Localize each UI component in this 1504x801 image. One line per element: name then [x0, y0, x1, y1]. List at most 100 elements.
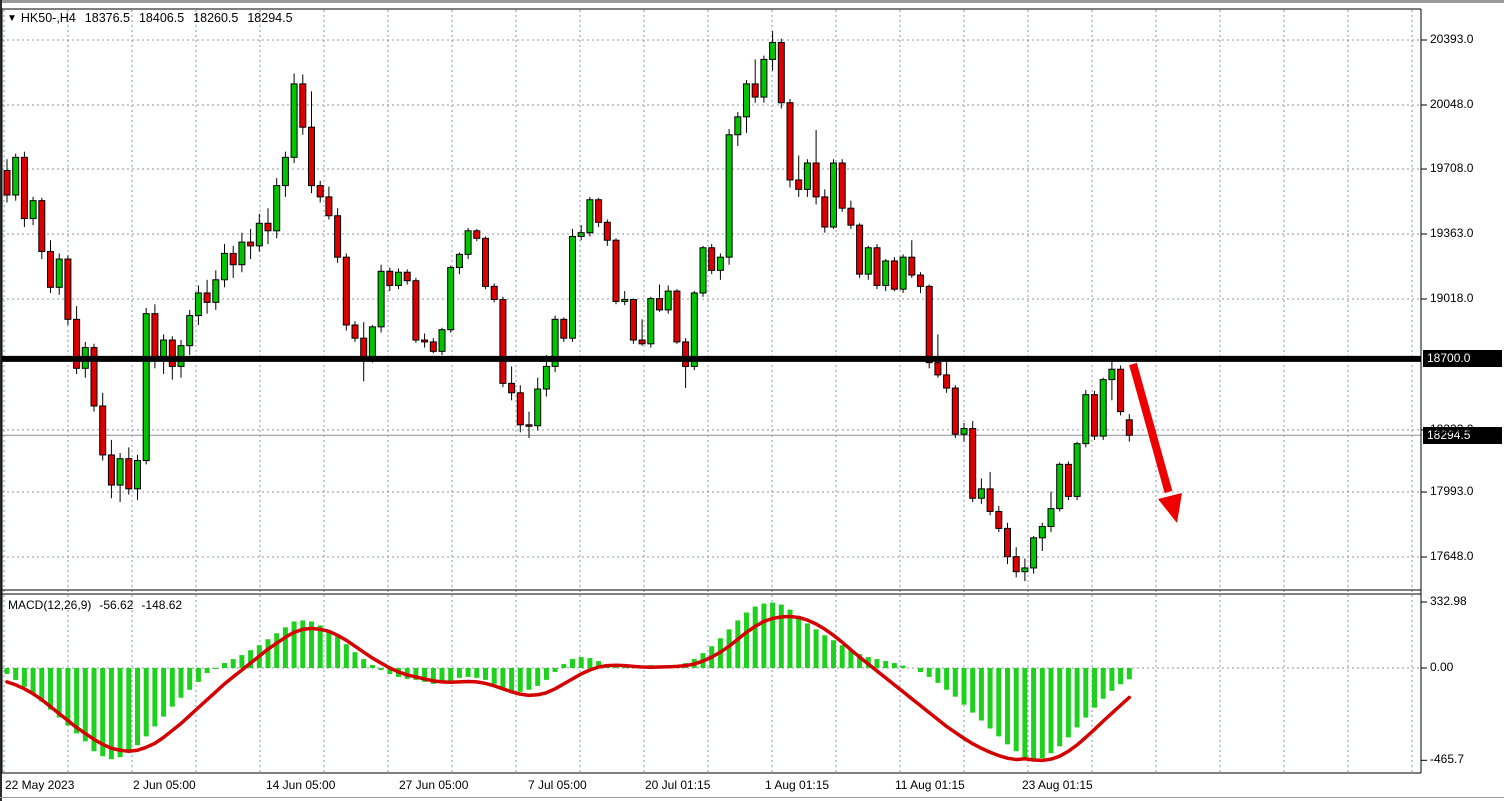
candle-body: [422, 340, 428, 342]
candle-body: [169, 340, 175, 366]
candle-body: [674, 291, 680, 342]
candle-body: [639, 340, 645, 344]
candle-body: [865, 248, 871, 274]
macd-bar: [213, 668, 218, 669]
time-tick-label: 11 Aug 01:15: [895, 778, 965, 793]
candle-body: [1126, 420, 1132, 435]
candle-body: [282, 157, 288, 185]
candle-body: [56, 259, 62, 287]
candle-body: [813, 163, 819, 197]
candle-body: [300, 84, 306, 127]
candle-body: [230, 253, 236, 264]
macd-bar: [579, 657, 584, 668]
candle-body: [500, 300, 506, 384]
macd-bar: [196, 668, 201, 682]
candle-body: [596, 200, 602, 223]
macd-bar: [1092, 668, 1097, 708]
window-bottom-edge: [0, 797, 1504, 798]
candle-body: [526, 425, 532, 427]
candle-body: [483, 238, 489, 286]
candle-body: [1057, 464, 1063, 508]
candle-body: [1083, 395, 1089, 444]
time-tick-label: 2 Jun 05:00: [133, 778, 196, 793]
trend-arrow-shaft: [1133, 364, 1169, 492]
macd-bar: [901, 666, 906, 668]
macd-bar: [988, 668, 993, 728]
symbol-dropdown-icon[interactable]: ▼: [7, 11, 17, 26]
macd-bar: [770, 603, 775, 668]
macd-bar: [918, 668, 923, 672]
macd-bar: [22, 668, 27, 687]
candle-body: [570, 236, 576, 338]
candle-body: [900, 257, 906, 289]
candle-body: [265, 223, 271, 231]
candle-body: [970, 429, 976, 499]
time-tick-label: 27 Jun 05:00: [399, 778, 468, 793]
candle-body: [474, 231, 480, 239]
price-chart-canvas[interactable]: [0, 0, 1504, 801]
candle-body: [744, 84, 750, 117]
macd-bar: [527, 668, 532, 690]
macd-bar: [970, 668, 975, 713]
macd-tick-label: 332.98: [1430, 594, 1467, 609]
candle-body: [1005, 528, 1011, 556]
macd-bar: [735, 620, 740, 668]
candle-body: [439, 330, 445, 352]
macd-bar: [883, 661, 888, 668]
candle-body: [1092, 395, 1098, 436]
macd-bar: [979, 668, 984, 721]
candle-body: [335, 216, 341, 257]
candle-body: [796, 180, 802, 189]
candle-body: [256, 223, 262, 246]
candle-body: [987, 489, 993, 512]
time-tick-label: 23 Aug 01:15: [1022, 778, 1093, 793]
macd-bar: [1049, 668, 1054, 753]
macd-indicator-label: MACD(12,26,9)-56.62-148.62: [8, 598, 182, 613]
macd-bar: [814, 629, 819, 668]
macd-bar: [170, 668, 175, 707]
price-tick-label: 19708.0: [1430, 161, 1473, 176]
macd-bar: [1031, 668, 1036, 760]
candle-body: [239, 242, 245, 265]
candle-body: [195, 293, 201, 316]
trend-arrow-annotation[interactable]: [1133, 364, 1182, 523]
macd-bar: [326, 631, 331, 668]
candle-body: [1100, 380, 1106, 437]
candle-body: [961, 429, 967, 435]
time-tick-label: 22 May 2023: [5, 778, 74, 793]
candle-body: [117, 459, 123, 485]
time-tick-label: 7 Jul 05:00: [528, 778, 587, 793]
macd-signal-line: [7, 616, 1129, 760]
macd-bar: [753, 607, 758, 668]
macd-bar: [744, 612, 749, 668]
macd-bar: [335, 636, 340, 668]
candle-body: [456, 254, 462, 267]
price-tick-label: 20048.0: [1430, 97, 1473, 112]
candle-body: [1065, 464, 1071, 496]
candle-body: [587, 200, 593, 233]
candle-body: [387, 271, 393, 285]
candle-body: [831, 163, 837, 227]
macd-tick-label: -465.7: [1430, 752, 1464, 767]
macd-bar: [457, 668, 462, 678]
macd-bar: [962, 668, 967, 705]
candle-body: [361, 338, 367, 359]
macd-bar: [144, 668, 149, 736]
macd-bar: [65, 668, 70, 725]
macd-bar: [239, 655, 244, 668]
candle-body: [30, 201, 36, 219]
macd-bar: [31, 668, 36, 694]
macd-bar: [544, 668, 549, 680]
candle-body: [761, 59, 767, 97]
macd-bar: [561, 664, 566, 668]
candle-body: [778, 42, 784, 102]
macd-bar: [1109, 668, 1114, 691]
macd-tick-label: 0.00: [1430, 660, 1453, 675]
macd-bar: [805, 623, 810, 668]
chart-title: ▼HK50-,H418376.518406.518260.518294.5: [7, 11, 293, 27]
candle-body: [222, 253, 228, 279]
candle-body: [604, 222, 610, 240]
candle-body: [717, 257, 723, 270]
candle-body: [13, 157, 19, 195]
candle-body: [517, 393, 523, 425]
